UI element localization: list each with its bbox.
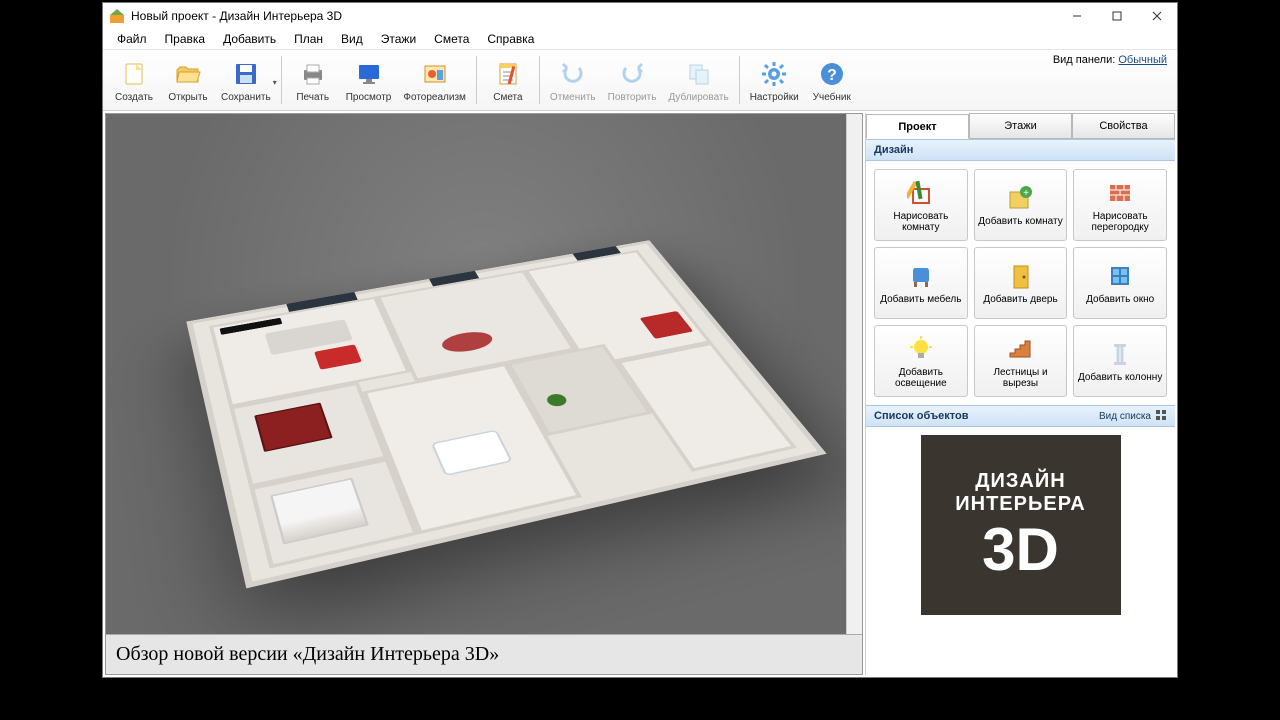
settings-button[interactable]: Настройки [746, 56, 803, 105]
svg-text:+: + [1024, 188, 1030, 199]
open-button[interactable]: Открыть [163, 56, 213, 105]
save-button[interactable]: Сохранить [217, 56, 275, 105]
section-objects-header: Список объектов Вид списка [866, 405, 1175, 427]
print-button[interactable]: Печать [288, 56, 338, 105]
redo-icon [616, 58, 648, 90]
menu-edit[interactable]: Правка [157, 30, 214, 48]
draw-room-button[interactable]: Нарисовать комнату [874, 169, 968, 241]
minimize-button[interactable] [1057, 3, 1097, 29]
toolbar: Создать Открыть Сохранить Печать [103, 49, 1177, 111]
menu-file[interactable]: Файл [109, 30, 155, 48]
pencil-room-icon [906, 178, 936, 208]
section-design-header: Дизайн [866, 139, 1175, 161]
tab-project[interactable]: Проект [866, 114, 969, 139]
render-icon [419, 58, 451, 90]
add-room-icon: + [1005, 183, 1035, 213]
panel-type: Вид панели: Обычный [1053, 54, 1167, 66]
printer-icon [297, 58, 329, 90]
grid-view-icon [1155, 409, 1167, 424]
menu-floors[interactable]: Этажи [373, 30, 424, 48]
tab-properties[interactable]: Свойства [1072, 113, 1175, 138]
add-furniture-button[interactable]: Добавить мебель [874, 247, 968, 319]
tutorial-button[interactable]: ? Учебник [807, 56, 857, 105]
stairs-button[interactable]: Лестницы и вырезы [974, 325, 1068, 397]
viewport-scrollbar[interactable] [846, 114, 862, 674]
tab-floors[interactable]: Этажи [969, 113, 1072, 138]
notepad-icon [492, 58, 524, 90]
add-lighting-button[interactable]: Добавить освещение [874, 325, 968, 397]
menu-add[interactable]: Добавить [215, 30, 284, 48]
list-view-mode[interactable]: Вид списка [1099, 409, 1167, 424]
window-icon [1105, 261, 1135, 291]
side-panel: Проект Этажи Свойства Дизайн Нарисовать … [865, 113, 1175, 675]
monitor-icon [353, 58, 385, 90]
column-icon [1105, 339, 1135, 369]
gear-icon [758, 58, 790, 90]
panel-type-link[interactable]: Обычный [1118, 54, 1167, 66]
draw-wall-button[interactable]: Нарисовать перегородку [1073, 169, 1167, 241]
app-window: Новый проект - Дизайн Интерьера 3D Файл … [102, 2, 1178, 678]
undo-button[interactable]: Отменить [546, 56, 600, 105]
add-window-button[interactable]: Добавить окно [1073, 247, 1167, 319]
undo-icon [557, 58, 589, 90]
preview-button[interactable]: Просмотр [342, 56, 396, 105]
objects-list: ДИЗАЙН ИНТЕРЬЕРА 3D [866, 427, 1175, 675]
door-icon [1005, 261, 1035, 291]
duplicate-button[interactable]: Дублировать [664, 56, 732, 105]
photoreal-button[interactable]: Фотореализм [399, 56, 470, 105]
titlebar[interactable]: Новый проект - Дизайн Интерьера 3D [103, 3, 1177, 29]
app-icon [109, 8, 125, 24]
workspace: Обзор новой версии «Дизайн Интерьера 3D»… [103, 111, 1177, 677]
product-logo: ДИЗАЙН ИНТЕРЬЕРА 3D [921, 435, 1121, 615]
design-grid: Нарисовать комнату + Добавить комнату На… [866, 161, 1175, 405]
floorplan-render [106, 114, 862, 674]
new-file-icon [118, 58, 150, 90]
viewport-3d[interactable]: Обзор новой версии «Дизайн Интерьера 3D» [105, 113, 863, 675]
duplicate-icon [683, 58, 715, 90]
help-icon: ? [816, 58, 848, 90]
chair-icon [906, 261, 936, 291]
side-tabs: Проект Этажи Свойства [866, 113, 1175, 139]
maximize-button[interactable] [1097, 3, 1137, 29]
bulb-icon [906, 334, 936, 364]
svg-text:?: ? [827, 67, 837, 84]
folder-open-icon [172, 58, 204, 90]
video-caption: Обзор новой версии «Дизайн Интерьера 3D» [106, 634, 862, 674]
stairs-icon [1005, 334, 1035, 364]
menubar: Файл Правка Добавить План Вид Этажи Смет… [103, 29, 1177, 49]
redo-button[interactable]: Повторить [604, 56, 661, 105]
menu-help[interactable]: Справка [479, 30, 542, 48]
add-column-button[interactable]: Добавить колонну [1073, 325, 1167, 397]
add-door-button[interactable]: Добавить дверь [974, 247, 1068, 319]
create-button[interactable]: Создать [109, 56, 159, 105]
window-title: Новый проект - Дизайн Интерьера 3D [131, 9, 1057, 23]
add-room-button[interactable]: + Добавить комнату [974, 169, 1068, 241]
menu-view[interactable]: Вид [333, 30, 371, 48]
estimate-button[interactable]: Смета [483, 56, 533, 105]
save-icon [230, 58, 262, 90]
menu-plan[interactable]: План [286, 30, 331, 48]
brick-wall-icon [1105, 178, 1135, 208]
close-button[interactable] [1137, 3, 1177, 29]
menu-estimate[interactable]: Смета [426, 30, 477, 48]
